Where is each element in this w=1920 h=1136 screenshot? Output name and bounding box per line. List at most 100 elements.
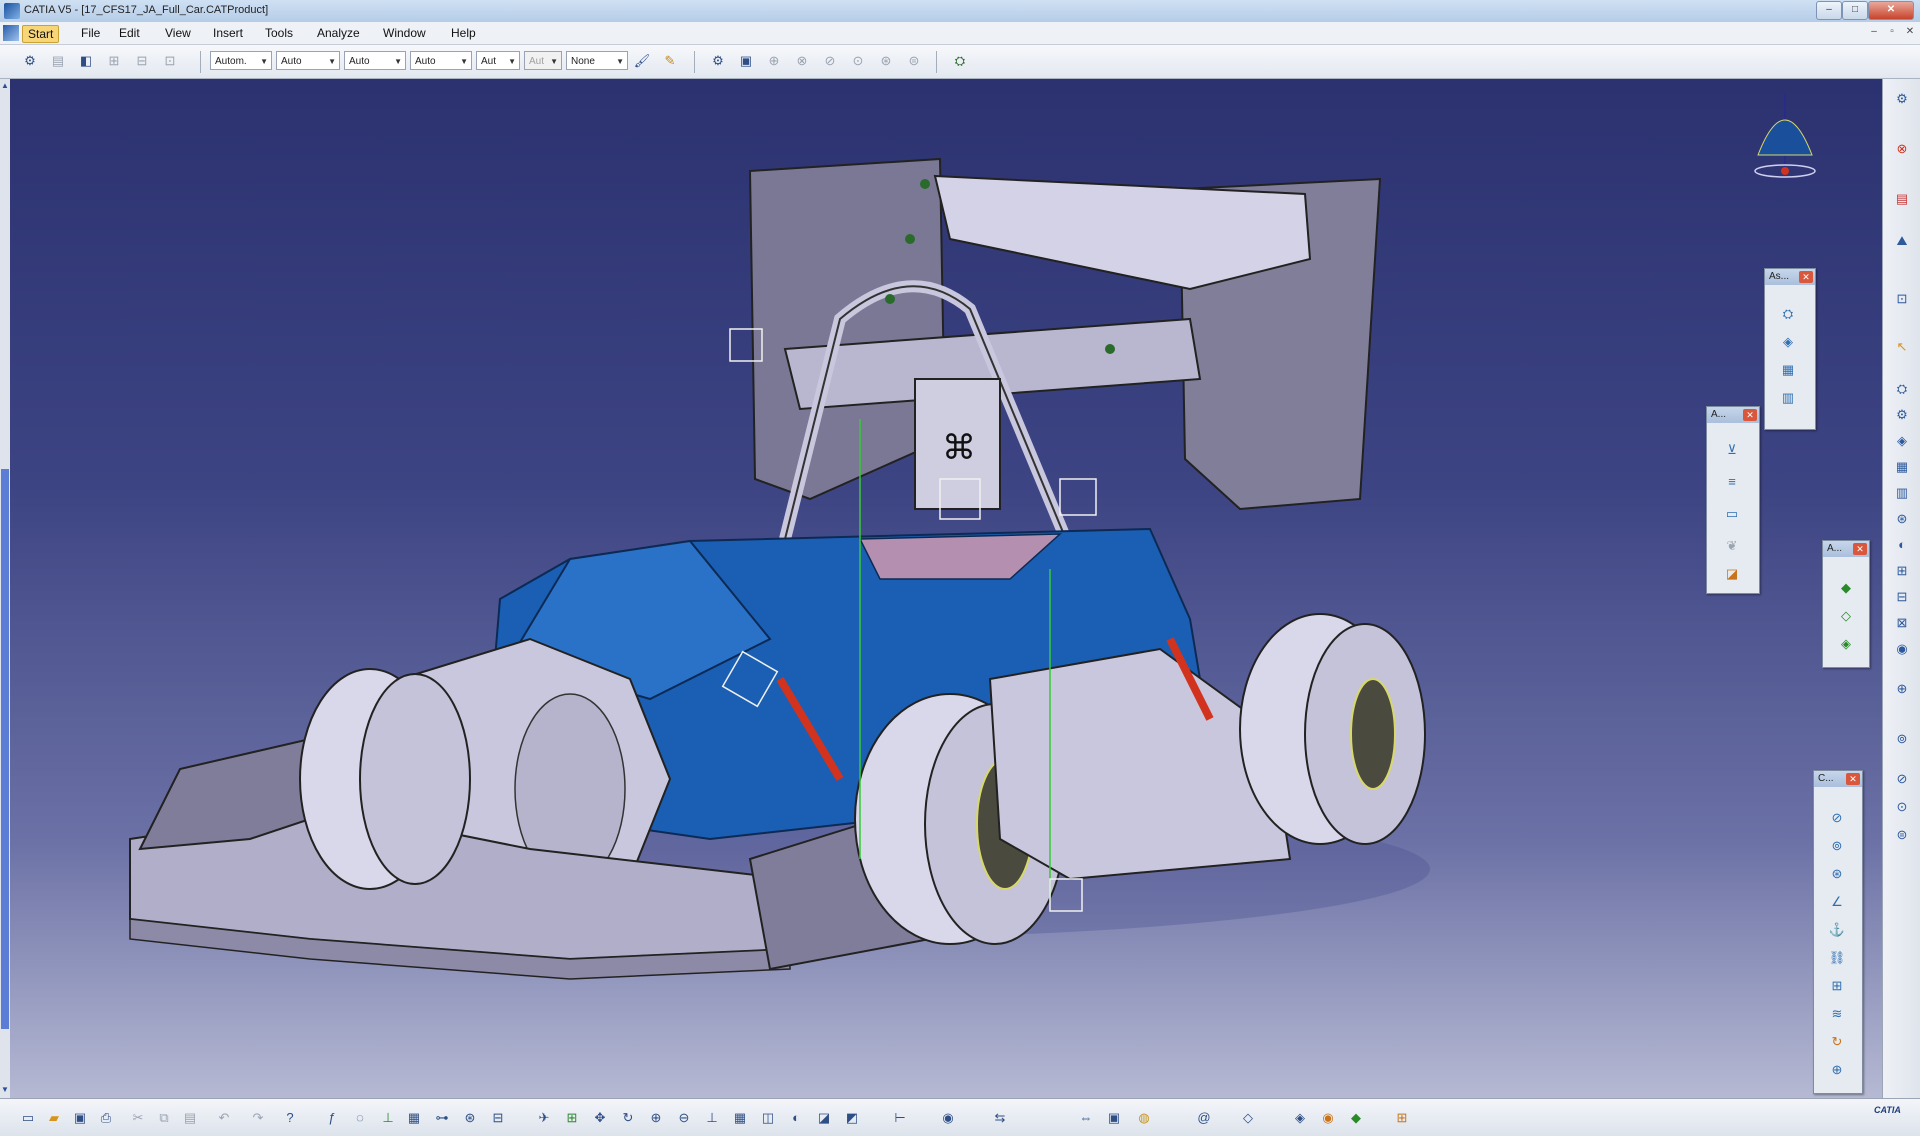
knowledge-icon[interactable]: ⊜ [1892, 825, 1912, 845]
contact-constraint-icon[interactable]: ⊚ [1826, 835, 1848, 857]
pan-icon[interactable]: ✥ [590, 1108, 610, 1128]
gsd-icon[interactable]: ◈ [1892, 431, 1912, 451]
lock-icon[interactable]: ⊡ [1892, 289, 1912, 309]
scroll-down-icon[interactable]: ▼ [1, 1085, 9, 1094]
pdf-icon[interactable]: ▤ [1892, 189, 1912, 209]
layer-filter-icon[interactable]: ⊞ [104, 51, 124, 71]
menu-window[interactable]: Window [378, 25, 431, 41]
rotate-icon[interactable]: ↻ [618, 1108, 638, 1128]
render-style-icon[interactable]: ◈ [1290, 1108, 1310, 1128]
menu-insert[interactable]: Insert [208, 25, 248, 41]
measure-icon[interactable]: ⛰ [1892, 231, 1912, 251]
graph-tree-reorder-icon[interactable]: ⊛ [876, 51, 896, 71]
table-icon[interactable]: ▦ [404, 1108, 424, 1128]
compass-icon[interactable] [1740, 85, 1830, 195]
new-product-icon[interactable]: ⊕ [764, 51, 784, 71]
tubing-icon[interactable]: ⊟ [1892, 587, 1912, 607]
cursor-icon[interactable]: ↖ [1892, 337, 1912, 357]
minimize-button[interactable]: – [1816, 1, 1842, 20]
measure-between-icon[interactable]: ⊢ [890, 1108, 910, 1128]
color-combo[interactable]: Autom. ▼ [210, 51, 272, 70]
offset-constraint-icon[interactable]: ⊛ [1826, 863, 1848, 885]
catia-app-icon[interactable] [4, 3, 20, 19]
structure-icon[interactable]: ⊞ [1892, 561, 1912, 581]
replace-component-icon[interactable]: ⊙ [848, 51, 868, 71]
redo-icon[interactable]: ↷ [248, 1108, 268, 1128]
close-button[interactable]: ✕ [1868, 1, 1914, 20]
menu-edit[interactable]: Edit [114, 25, 145, 41]
floating-toolbar-constraints[interactable]: C... ✕ ⊘ ⊚ ⊛ ∠ ⚓ ⛓ ⊞ ≋ ↻ ⊕ [1813, 770, 1863, 1094]
network-icon[interactable]: ⊶ [432, 1108, 452, 1128]
comment-icon[interactable]: ◌ [350, 1108, 370, 1128]
zoom-out-icon[interactable]: ⊖ [674, 1108, 694, 1128]
close-icon[interactable]: ✕ [1743, 409, 1757, 421]
kinematics-icon[interactable]: ⊛ [1892, 509, 1912, 529]
rendering-style-combo[interactable]: Aut ▼ [524, 51, 562, 70]
shading-icon[interactable]: ◐ [786, 1108, 806, 1128]
analysis-icon[interactable]: ◉ [1892, 639, 1912, 659]
menu-view[interactable]: View [160, 25, 196, 41]
new-component-icon[interactable]: ▣ [736, 51, 756, 71]
coincidence-constraint-icon[interactable]: ⊘ [1826, 807, 1848, 829]
quick-constraint-icon[interactable]: ⊞ [1826, 975, 1848, 997]
rule-icon[interactable]: ⊛ [460, 1108, 480, 1128]
close-icon[interactable]: ✕ [1846, 773, 1860, 785]
undo-icon[interactable]: ↶ [214, 1108, 234, 1128]
fix-together-icon[interactable]: ⛓ [1826, 947, 1848, 969]
car-model[interactable]: ⌘ [10, 79, 1882, 1098]
menu-start[interactable]: Start [22, 25, 60, 43]
save-icon[interactable]: ▣ [70, 1108, 90, 1128]
formula-icon[interactable]: ƒ [322, 1108, 342, 1128]
catalog-icon[interactable]: ⊠ [1892, 613, 1912, 633]
check-icon[interactable]: ⊟ [488, 1108, 508, 1128]
light-icon[interactable]: ◍ [1134, 1108, 1154, 1128]
whats-this-icon[interactable]: ? [280, 1108, 300, 1128]
copy-format-icon[interactable]: ▤ [48, 51, 68, 71]
floating-toolbar-annotations[interactable]: A... ✕ ⊻ ≡ ▭ ❦ ◪ [1706, 406, 1760, 594]
paint-brush-icon[interactable]: ✎ [660, 51, 680, 71]
close-icon[interactable]: ✕ [1799, 271, 1813, 283]
new-document-icon[interactable]: ▭ [18, 1108, 38, 1128]
new-part-icon[interactable]: ⊗ [792, 51, 812, 71]
swap-visible-space-icon[interactable]: ◩ [842, 1108, 862, 1128]
existing-component-icon[interactable]: ⊘ [820, 51, 840, 71]
menu-file[interactable]: File [76, 25, 105, 41]
text-with-leader-icon[interactable]: ≡ [1721, 471, 1743, 493]
angle-constraint-icon[interactable]: ∠ [1826, 891, 1848, 913]
grid-icon[interactable]: ⊞ [1392, 1108, 1412, 1128]
mdi-close-button[interactable]: ✕ [1902, 25, 1918, 39]
floating-toolbar-assembly[interactable]: As... ✕ ⛭ ◈ ▦ ▥ [1764, 268, 1816, 430]
sectioning-icon[interactable]: ◈ [1835, 633, 1857, 655]
fix-component-icon[interactable]: ⚓ [1826, 919, 1848, 941]
parameter-icon[interactable]: ⊥ [378, 1108, 398, 1128]
update-icon[interactable]: ⇆ [990, 1108, 1010, 1128]
rendering-icon[interactable]: ◐ [1892, 535, 1912, 555]
hide-show-icon[interactable]: ◪ [814, 1108, 834, 1128]
painter-icon[interactable]: ⊟ [132, 51, 152, 71]
maximize-button[interactable]: □ [1842, 1, 1868, 20]
fly-mode-icon[interactable]: ✈ [534, 1108, 554, 1128]
part-design-icon[interactable]: ⛭ [1892, 379, 1912, 399]
print-icon[interactable]: ⎙ [96, 1108, 116, 1128]
snap-icon[interactable]: ◈ [1777, 331, 1799, 353]
enhanced-scene-icon[interactable]: ⊘ [1892, 769, 1912, 789]
layer-combo[interactable]: None ▼ [566, 51, 628, 70]
select-icon[interactable]: ⚙ [20, 51, 40, 71]
document-icon[interactable] [3, 25, 19, 41]
bill-of-materials-icon[interactable]: ⊕ [1892, 679, 1912, 699]
copy-icon[interactable]: ⧉ [154, 1108, 174, 1128]
3d-annotation-icon[interactable]: ◪ [1721, 563, 1743, 585]
normal-view-icon[interactable]: ⊥ [702, 1108, 722, 1128]
camera-icon[interactable]: ◉ [938, 1108, 958, 1128]
reuse-pattern-icon[interactable]: ⊕ [1826, 1059, 1848, 1081]
floating-toolbar-analysis[interactable]: A... ✕ ◆ ◇ ◈ [1822, 540, 1870, 668]
sheetmetal-icon[interactable]: ▦ [1892, 457, 1912, 477]
measure-item-icon[interactable]: ⇔ [1076, 1108, 1096, 1128]
format-painter-icon[interactable]: 🖌 [632, 51, 652, 71]
change-constraint-icon[interactable]: ↻ [1826, 1031, 1848, 1053]
multi-view-icon[interactable]: ▦ [730, 1108, 750, 1128]
catalog-browser-icon[interactable]: ⛭ [950, 51, 970, 71]
product-icon[interactable]: ⚙ [708, 51, 728, 71]
open-icon[interactable]: ▰ [44, 1108, 64, 1128]
sketcher-icon[interactable]: ⚙ [1892, 89, 1912, 109]
